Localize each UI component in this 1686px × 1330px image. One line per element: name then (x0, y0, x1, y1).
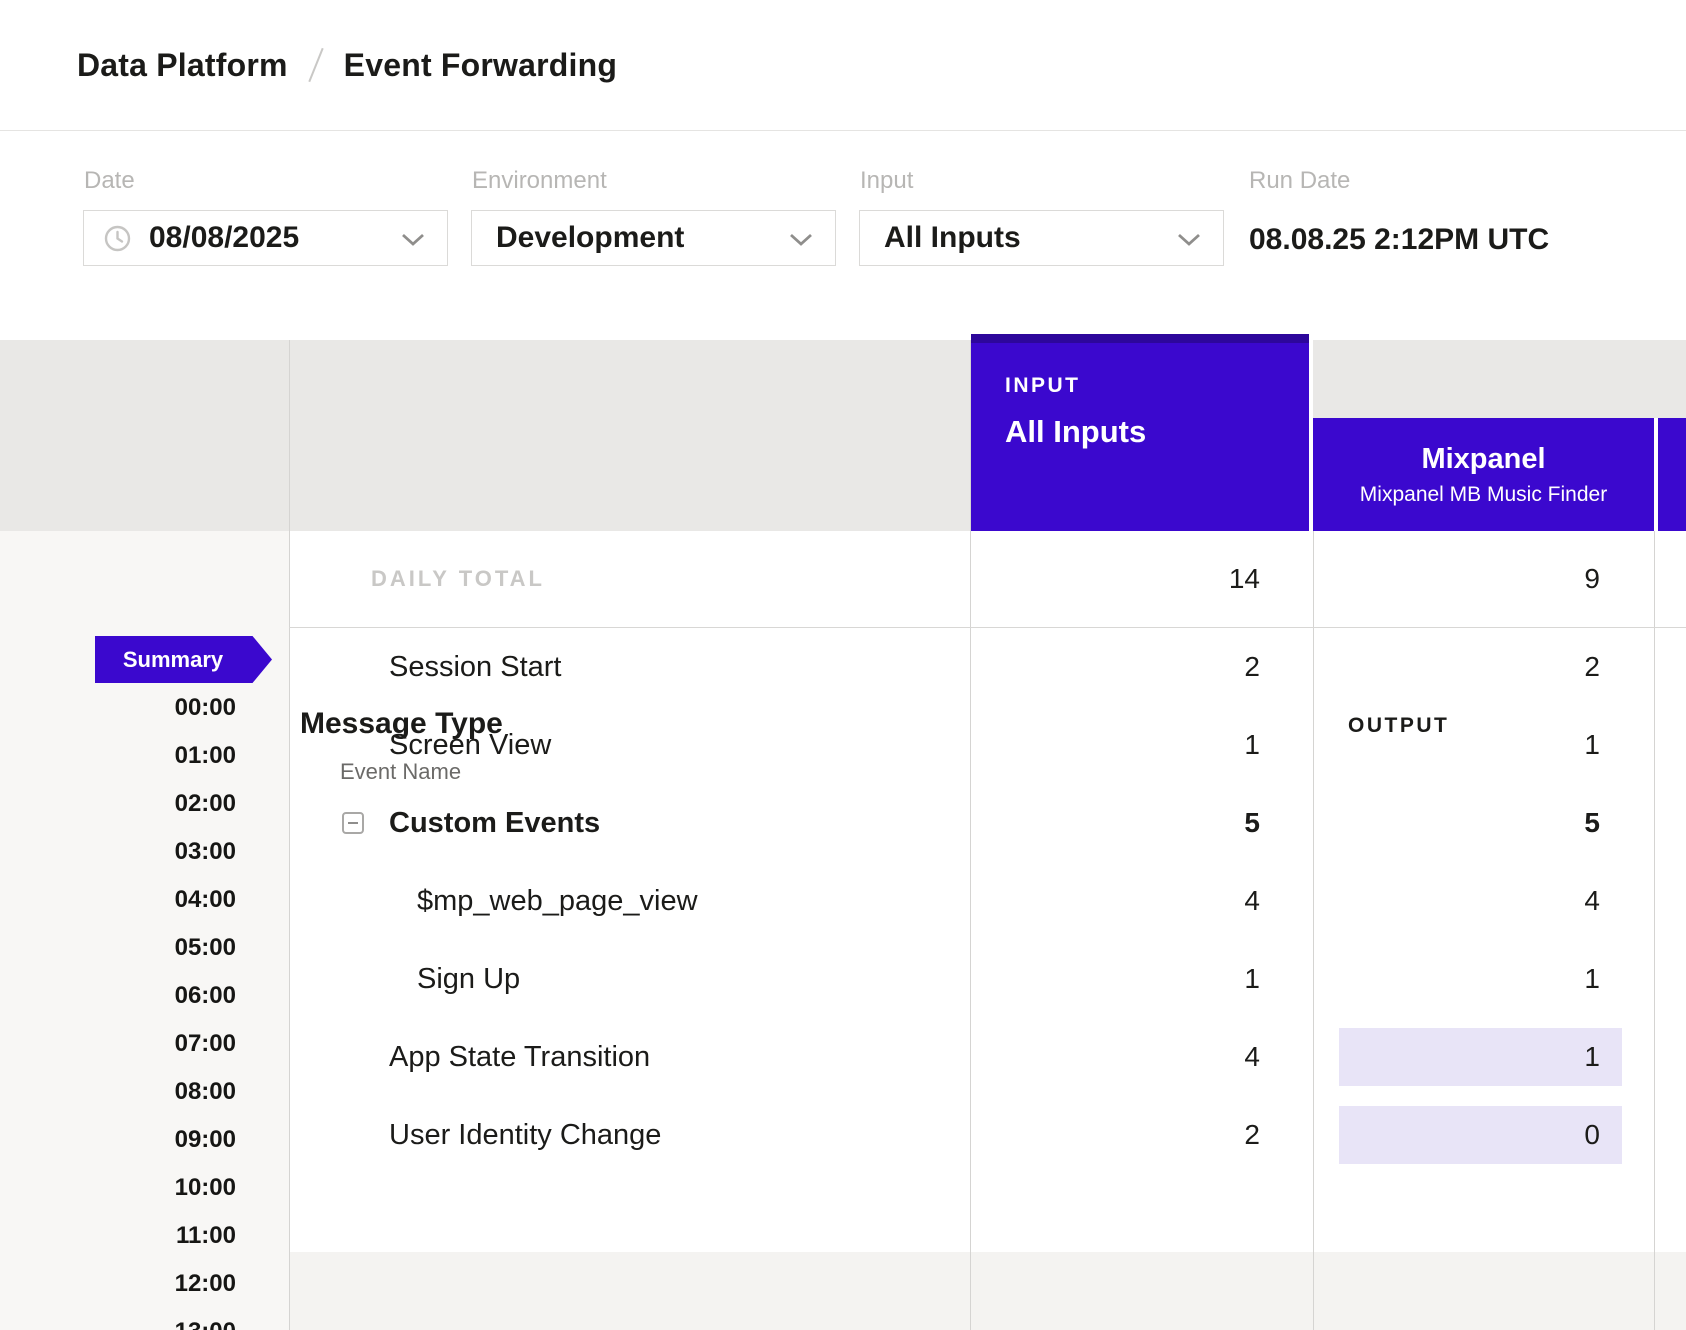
input-filter-label: Input (860, 167, 913, 195)
hour-slot[interactable]: 03:00 (0, 838, 236, 866)
output-connection-subtitle: Mixpanel MB Music Finder (1360, 483, 1607, 507)
chevron-down-icon (789, 233, 813, 252)
output-count: 4 (1313, 862, 1654, 940)
output-count: 1 (1313, 706, 1654, 784)
table-row: User Identity Change 2 0 (0, 1096, 1686, 1174)
breadcrumb: Data Platform Event Forwarding (0, 0, 1686, 131)
daily-total-label: DAILY TOTAL (371, 531, 545, 627)
input-count: 1 (970, 706, 1313, 784)
event-label: $mp_web_page_view (417, 862, 698, 940)
hour-slot[interactable]: 12:00 (0, 1270, 236, 1298)
input-count: 4 (970, 862, 1313, 940)
input-column-header[interactable]: INPUT All Inputs (971, 334, 1313, 531)
date-value: 08/08/2025 (149, 221, 299, 255)
input-column-accent-strip (971, 334, 1309, 343)
hour-slot[interactable]: 02:00 (0, 790, 236, 818)
hour-slot[interactable]: 04:00 (0, 886, 236, 914)
table-row: Screen View 1 1 (0, 706, 1686, 784)
environment-value: Development (496, 221, 684, 255)
table-row: App State Transition 4 1 (0, 1018, 1686, 1096)
output-count: 2 (1313, 628, 1654, 706)
date-filter-label: Date (84, 167, 135, 195)
breadcrumb-section[interactable]: Data Platform (77, 47, 288, 84)
hour-slot[interactable]: 06:00 (0, 982, 236, 1010)
hour-slot[interactable]: 05:00 (0, 934, 236, 962)
input-value: All Inputs (884, 221, 1021, 255)
input-column-name: All Inputs (1005, 414, 1146, 450)
daily-total-output-value: 9 (1313, 531, 1654, 627)
input-count: 5 (970, 784, 1313, 862)
hour-slot[interactable]: 11:00 (0, 1222, 236, 1250)
hour-slot[interactable]: 09:00 (0, 1126, 236, 1154)
collapse-toggle-icon[interactable] (342, 812, 364, 834)
chevron-down-icon (401, 233, 425, 252)
hour-slot[interactable]: 00:00 (0, 694, 236, 722)
output-connection-name: Mixpanel (1421, 443, 1545, 476)
hour-slot[interactable]: 10:00 (0, 1174, 236, 1202)
table-row: Sign Up 1 1 (0, 940, 1686, 1018)
event-label: Screen View (389, 706, 551, 784)
date-dropdown[interactable]: 08/08/2025 (83, 210, 448, 266)
table-row: $mp_web_page_view 4 4 (0, 862, 1686, 940)
input-group-label: INPUT (1005, 374, 1081, 398)
event-label: User Identity Change (389, 1096, 661, 1174)
hour-slot[interactable]: 01:00 (0, 742, 236, 770)
table-footer-band (289, 1252, 1686, 1330)
hour-slot[interactable]: 08:00 (0, 1078, 236, 1106)
run-date-label: Run Date (1249, 167, 1350, 195)
input-count: 4 (970, 1018, 1313, 1096)
page-title: Event Forwarding (344, 47, 617, 84)
event-forwarding-page: Data Platform Event Forwarding Date 08/0… (0, 0, 1686, 1330)
event-label: Session Start (389, 628, 561, 706)
output-column-header[interactable]: Mixpanel Mixpanel MB Music Finder (1313, 418, 1658, 531)
hour-slot[interactable]: 07:00 (0, 1030, 236, 1058)
summary-tab[interactable]: Summary (95, 636, 272, 683)
environment-dropdown[interactable]: Development (471, 210, 836, 266)
output-count-highlighted: 0 (1313, 1096, 1654, 1174)
breadcrumb-separator-icon (308, 48, 323, 82)
output-count-highlighted: 1 (1313, 1018, 1654, 1096)
input-count: 1 (970, 940, 1313, 1018)
highlighted-cell: 0 (1339, 1106, 1622, 1164)
chevron-down-icon (1177, 233, 1201, 252)
run-date-value: 08.08.25 2:12PM UTC (1249, 223, 1549, 257)
next-output-column-partial (1658, 418, 1686, 531)
hour-slot[interactable]: 13:00 (0, 1318, 236, 1330)
event-label: App State Transition (389, 1018, 650, 1096)
daily-total-row: DAILY TOTAL 14 9 (0, 531, 1686, 627)
clock-icon (104, 225, 131, 252)
daily-total-input-value: 14 (970, 531, 1313, 627)
input-count: 2 (970, 1096, 1313, 1174)
output-count: 5 (1313, 784, 1654, 862)
input-count: 2 (970, 628, 1313, 706)
table-row: Custom Events 5 5 (0, 784, 1686, 862)
highlighted-cell: 1 (1339, 1028, 1622, 1086)
filter-bar: Date 08/08/2025 Environment Development … (0, 131, 1686, 340)
environment-filter-label: Environment (472, 167, 607, 195)
event-label: Sign Up (417, 940, 520, 1018)
event-group-label: Custom Events (389, 784, 600, 862)
output-count: 1 (1313, 940, 1654, 1018)
event-rows: Session Start 2 2 Screen View 1 1 Custom… (0, 628, 1686, 1174)
input-dropdown[interactable]: All Inputs (859, 210, 1224, 266)
